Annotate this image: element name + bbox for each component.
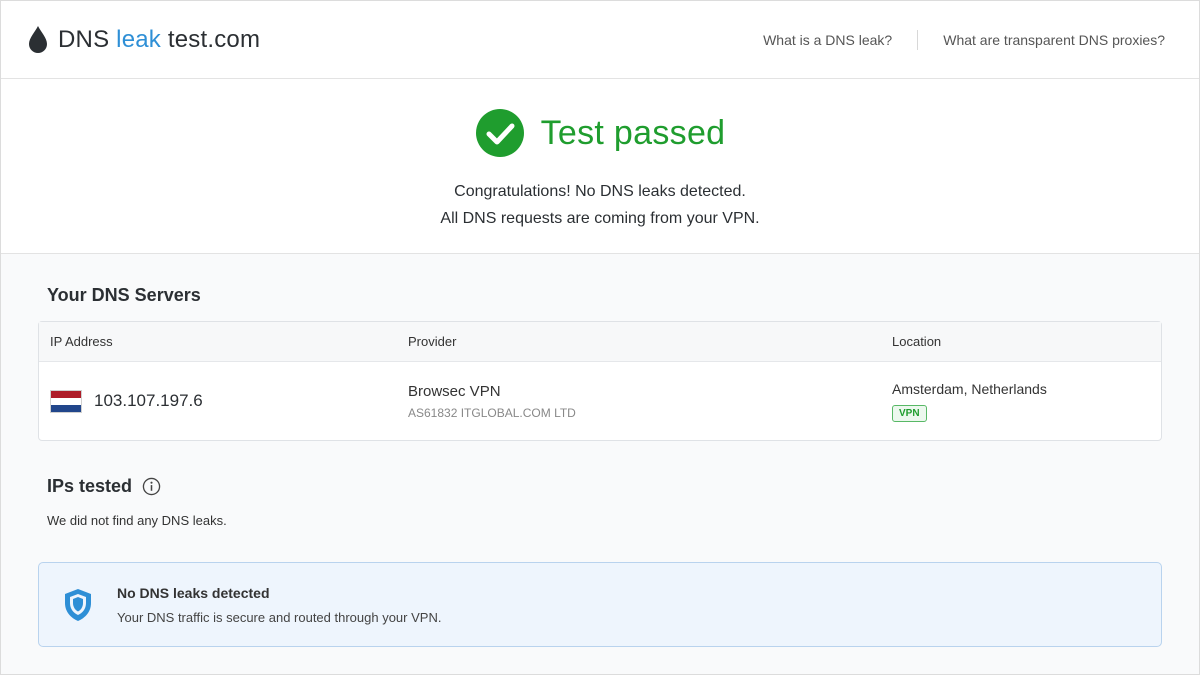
column-header-ip: IP Address bbox=[50, 334, 113, 349]
vpn-badge: VPN bbox=[892, 404, 927, 422]
droplet-icon bbox=[29, 25, 47, 53]
alert-title: No DNS leaks detected bbox=[117, 584, 270, 601]
logo-text-leak: leak bbox=[116, 25, 161, 53]
table-header: IP Address Provider Location bbox=[39, 322, 1161, 362]
results-content: Your DNS Servers IP Address Provider Loc… bbox=[1, 254, 1199, 674]
logo-text-dns: DNS bbox=[58, 25, 110, 53]
shield-icon bbox=[65, 588, 91, 621]
netherlands-flag-icon bbox=[50, 389, 82, 413]
column-header-location: Location bbox=[892, 334, 942, 349]
ip-address: 103.107.197.6 bbox=[94, 391, 203, 410]
result-banner: Test passed Congratulations! No DNS leak… bbox=[1, 79, 1199, 254]
provider-cell: Browsec VPN AS61832 ITGLOBAL.COM LTD bbox=[397, 383, 881, 420]
page: DNS leak test.com What is a DNS leak? Wh… bbox=[0, 0, 1200, 675]
site-logo[interactable]: DNS leak test.com bbox=[27, 25, 260, 55]
provider-name: Browsec VPN bbox=[408, 382, 501, 400]
provider-asn: AS61832 ITGLOBAL.COM LTD bbox=[408, 405, 576, 420]
location-cell: Amsterdam, Netherlands VPN bbox=[881, 381, 1161, 422]
nav-divider bbox=[917, 29, 919, 50]
ip-cell: 103.107.197.6 bbox=[39, 389, 397, 413]
logo-text-domain: test.com bbox=[167, 25, 261, 53]
alert-text: No DNS leaks detected Your DNS traffic i… bbox=[117, 585, 441, 625]
info-icon[interactable] bbox=[142, 477, 161, 496]
dns-servers-table: IP Address Provider Location 103.107.197… bbox=[38, 321, 1162, 441]
status-detail: All DNS requests are coming from your VP… bbox=[440, 210, 760, 227]
alert-body: Your DNS traffic is secure and routed th… bbox=[117, 609, 442, 625]
no-leaks-alert: No DNS leaks detected Your DNS traffic i… bbox=[38, 562, 1162, 647]
check-circle-icon bbox=[475, 109, 524, 157]
ips-tested-header: IPs tested bbox=[38, 441, 1162, 499]
site-header: DNS leak test.com What is a DNS leak? Wh… bbox=[1, 1, 1199, 79]
location-name: Amsterdam, Netherlands bbox=[892, 380, 1047, 397]
ips-tested-heading: IPs tested bbox=[47, 475, 133, 496]
top-nav: What is a DNS leak? What are transparent… bbox=[763, 29, 1165, 50]
table-row: 103.107.197.6 Browsec VPN AS61832 ITGLOB… bbox=[39, 362, 1161, 440]
status-row: Test passed bbox=[475, 108, 726, 158]
status-title: Test passed bbox=[540, 113, 726, 152]
status-message: Congratulations! No DNS leaks detected. bbox=[454, 183, 746, 200]
dns-servers-heading: Your DNS Servers bbox=[47, 285, 201, 305]
nav-link-transparent-dns-proxies[interactable]: What are transparent DNS proxies? bbox=[943, 32, 1165, 48]
nav-link-what-is-dns-leak[interactable]: What is a DNS leak? bbox=[763, 32, 892, 48]
column-header-provider: Provider bbox=[408, 334, 457, 349]
ips-tested-note: We did not find any DNS leaks. bbox=[47, 513, 227, 528]
logo-text: DNS leak test.com bbox=[58, 26, 260, 54]
